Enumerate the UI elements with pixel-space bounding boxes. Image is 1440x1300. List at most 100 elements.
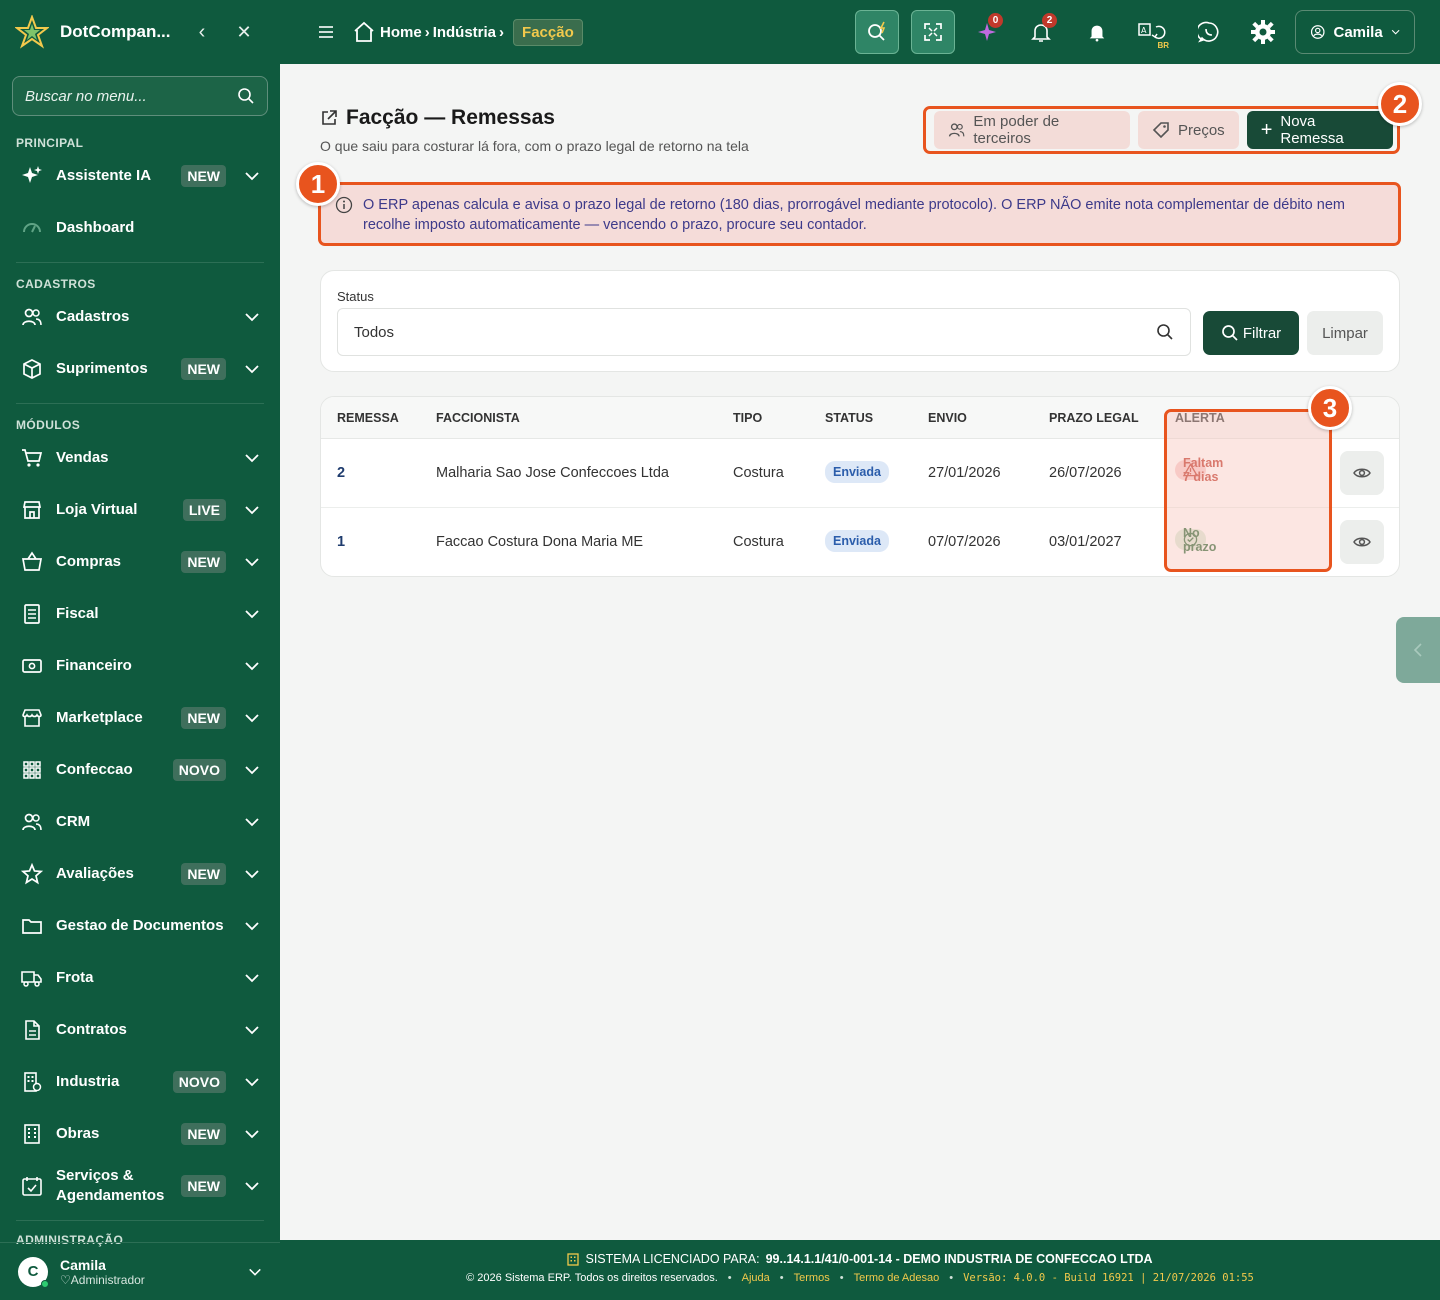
quick-search-button[interactable] [855,10,899,54]
legal-notice-alert: O ERP apenas calcula e avisa o prazo leg… [318,182,1401,246]
sidebar-item-loja-virtual[interactable]: Loja Virtual LIVE [0,484,280,536]
new-badge: NEW [181,1123,226,1145]
sidebar-item-label: Industria [56,1073,120,1090]
user-circle-icon [1310,25,1325,39]
sidebar-item-financeiro[interactable]: Financeiro [0,640,280,692]
cell-remessa[interactable]: 1 [337,534,345,550]
section-cadastros: CADASTROS [16,277,96,291]
sidebar-item-label: Obras [56,1125,100,1142]
adhesion-terms-link[interactable]: Termo de Adesao [854,1272,940,1284]
cell-remessa[interactable]: 2 [337,465,345,481]
sidebar-item-fiscal[interactable]: Fiscal [0,588,280,640]
hamburger-menu-icon[interactable] [316,22,336,42]
filter-button[interactable]: Filtrar [1203,311,1299,355]
side-panel-toggle[interactable] [1396,617,1440,683]
star-logo-icon [14,14,50,50]
chevron-down-icon [245,766,259,775]
whatsapp-button[interactable] [1187,10,1231,54]
col-remessa: REMESSA [337,411,399,425]
sidebar-item-avaliacoes[interactable]: Avaliações NEW [0,848,280,900]
bullet-separator: • [949,1272,954,1284]
cell-tipo: Costura [733,534,784,550]
status-filter-select[interactable]: Todos [337,308,1191,356]
cell-envio: 27/01/2026 [928,465,1001,481]
sidebar-item-gestao-documentos[interactable]: Gestao de Documentos [0,900,280,952]
fullscreen-button[interactable] [911,10,955,54]
col-faccionista: FACCIONISTA [436,411,520,425]
sidebar-item-dashboard[interactable]: Dashboard [0,202,280,254]
chevron-down-icon [245,172,259,181]
home-icon [354,21,374,42]
sidebar-item-suprimentos[interactable]: Suprimentos NEW [0,343,280,395]
view-button[interactable] [1340,451,1384,495]
search-icon [1157,324,1173,340]
bullet-separator: • [727,1272,732,1284]
breadcrumb-current: Facção [513,18,583,46]
notifications-count-badge: 2 [1042,13,1057,28]
table-row[interactable]: 1 Faccao Costura Dona Maria ME Costura E… [321,508,1399,576]
sidebar-item-obras[interactable]: Obras NEW [0,1108,280,1160]
search-icon [238,88,254,104]
sidebar-item-industria[interactable]: Industria NOVO [0,1056,280,1108]
alerts-button[interactable] [1075,10,1119,54]
new-shipment-button[interactable]: + Nova Remessa [1246,111,1393,149]
sidebar-item-cadastros[interactable]: Cadastros [0,291,280,343]
table-row[interactable]: 2 Malharia Sao Jose Confeccoes Ltda Cost… [321,439,1399,508]
license-label: SISTEMA LICENCIADO PARA: [585,1252,760,1266]
truck-icon [20,966,44,990]
cell-prazo: 26/07/2026 [1049,465,1122,481]
settings-button[interactable] [1241,10,1285,54]
chevron-down-icon [245,1182,259,1191]
sidebar-user-menu[interactable]: C Camila ♡Administrador [0,1242,280,1300]
user-menu-button[interactable]: Camila [1295,10,1415,54]
box-icon [20,357,44,381]
callout-1-badge: 1 [296,162,340,206]
chevron-down-icon [245,714,259,723]
grid-icon [20,758,44,782]
sidebar-item-label: CRM [56,813,91,830]
page-title: Facção — Remessas [320,106,555,130]
sidebar-item-assistente-ia[interactable]: Assistente IA NEW [0,150,280,202]
collapse-sidebar-icon[interactable]: ‹ [190,21,214,44]
col-tipo: TIPO [733,411,763,425]
breadcrumb-industria[interactable]: Indústria [433,24,496,41]
help-link[interactable]: Ajuda [742,1272,770,1284]
sidebar-item-vendas[interactable]: Vendas [0,432,280,484]
section-modulos: MÓDULOS [16,418,81,432]
sidebar-item-frota[interactable]: Frota [0,952,280,1004]
search-icon [1221,325,1238,341]
cell-prazo: 03/01/2027 [1049,534,1122,550]
sidebar-item-label: Dashboard [56,219,135,236]
brand-name: DotCompan... [60,22,171,41]
users-icon [948,123,965,137]
sidebar-item-servicos[interactable]: Serviços & Agendamentos NEW [0,1160,280,1212]
user-role: ♡Administrador [60,1272,145,1287]
menu-search-input[interactable] [25,87,237,105]
sidebar-item-label: Financeiro [56,657,132,674]
footer: SISTEMA LICENCIADO PARA: 99..14.1.1/41/0… [280,1240,1440,1300]
clear-button[interactable]: Limpar [1307,311,1383,355]
sidebar-item-label: Gestao de Documentos [56,917,224,934]
prices-button[interactable]: Preços [1138,111,1239,149]
notifications-button[interactable]: 2 [1019,10,1063,54]
col-envio: ENVIO [928,411,967,425]
terms-link[interactable]: Termos [794,1272,830,1284]
expand-icon [924,23,942,41]
view-button[interactable] [1340,520,1384,564]
sidebar-item-label: Compras [56,553,122,570]
sidebar-item-contratos[interactable]: Contratos [0,1004,280,1056]
language-button[interactable]: A BR [1131,10,1175,54]
info-icon [335,196,353,214]
third-party-button[interactable]: Em poder de terceiros [934,111,1130,149]
ai-sparkle-button[interactable]: 0 [965,10,1009,54]
callout-2-badge: 2 [1378,82,1422,126]
close-sidebar-icon[interactable]: ✕ [232,22,256,43]
sidebar-item-crm[interactable]: CRM [0,796,280,848]
breadcrumb-home[interactable]: Home [352,20,422,44]
sidebar-item-marketplace[interactable]: Marketplace NEW [0,692,280,744]
sidebar-item-compras[interactable]: Compras NEW [0,536,280,588]
chevron-down-icon [245,1130,259,1139]
sidebar-item-label: Cadastros [56,308,130,325]
chevron-down-icon [245,313,259,322]
sidebar-item-confeccao[interactable]: Confeccao NOVO [0,744,280,796]
